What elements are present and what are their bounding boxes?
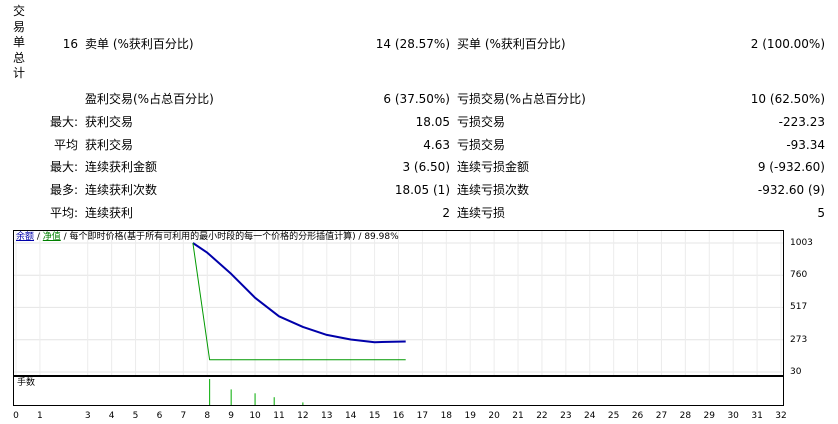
x-tick-label: 4 (108, 411, 115, 421)
total-trades-label-char: 总 (12, 50, 25, 65)
stats-row-right-value: -932.60 (9) (757, 183, 825, 197)
stats-row-right-label: 连续亏损金额 (457, 160, 530, 174)
x-tick-label: 10 (249, 411, 261, 421)
equity-chart: 余额 / 净值 / 每个即时价格(基于所有可利用的最小时段的每一个价格的分形插值… (13, 230, 784, 376)
loss-trades-label: 亏损交易(%占总百分比) (457, 92, 586, 106)
stats-row-prefix: 最多: (49, 183, 78, 197)
y-tick-label: 273 (790, 334, 808, 345)
x-tick-label: 11 (273, 411, 285, 421)
chart-header: 余额 / 净值 / 每个即时价格(基于所有可利用的最小时段的每一个价格的分形插值… (16, 232, 399, 243)
x-tick-label: 30 (727, 411, 739, 421)
stats-row-left-value: 4.63 (423, 138, 450, 152)
short-trades-label: 卖单 (%获利百分比) (85, 37, 194, 51)
stats-row-left-label: 连续获利次数 (85, 183, 158, 197)
stats-row-right-value: 5 (817, 206, 825, 220)
y-tick-label: 517 (790, 302, 808, 313)
stats-row-right-label: 亏损交易 (457, 115, 506, 129)
x-tick-label: 22 (536, 411, 548, 421)
stats-row-prefix: 最大: (49, 160, 78, 174)
stats-row-right-label: 连续亏损 (457, 206, 506, 220)
stats-row-left-value: 18.05 (415, 115, 450, 129)
legend-balance-link[interactable]: 余额 (16, 232, 34, 242)
stats-row-left-value: 2 (442, 206, 450, 220)
stats-row-right-label: 连续亏损次数 (457, 183, 530, 197)
x-tick-label: 21 (512, 411, 524, 421)
x-tick-label: 0 (13, 411, 19, 421)
x-tick-label: 12 (297, 411, 309, 421)
x-tick-label: 26 (631, 411, 644, 421)
profit-trades-value: 6 (37.50%) (383, 92, 450, 106)
legend-separator: / (34, 232, 43, 242)
x-tick-label: 29 (703, 411, 715, 421)
volume-chart-plot (209, 379, 304, 405)
x-tick-label: 14 (344, 411, 357, 421)
x-tick-label: 9 (228, 411, 235, 421)
stats-row-right-value: 9 (-932.60) (757, 160, 825, 174)
x-tick-label: 27 (655, 411, 668, 421)
stats-row-prefix: 平均 (53, 138, 78, 152)
stats-row-right-value: -93.34 (786, 138, 825, 152)
stats-row-prefix: 平均: (49, 206, 78, 220)
stats-row-left-label: 连续获利 (85, 206, 134, 220)
total-trades-label: 交易单总计 (12, 4, 26, 82)
volume-chart: 手数 (13, 376, 784, 406)
balance-line (192, 242, 406, 344)
x-tick-label: 17 (416, 411, 429, 421)
x-tick-label: 28 (679, 411, 692, 421)
long-trades-value: 2 (100.00%) (750, 37, 825, 51)
total-trades-label-char: 易 (12, 19, 25, 34)
stats-row-left-value: 3 (6.50) (402, 160, 450, 174)
x-tick-label: 13 (321, 411, 333, 421)
chart-description: / 每个即时价格(基于所有可利用的最小时段的每一个价格的分形插值计算) / 89… (60, 232, 399, 242)
y-tick-label: 30 (790, 367, 802, 377)
x-tick-label: 5 (132, 411, 139, 421)
x-tick-label: 32 (775, 411, 787, 421)
total-trades-value: 16 (62, 37, 78, 51)
x-tick-label: 24 (584, 411, 596, 421)
x-tick-label: 25 (607, 411, 620, 421)
stats-row-prefix: 最大: (49, 115, 78, 129)
long-trades-label: 买单 (%获利百分比) (457, 37, 566, 51)
equity-chart-plot (14, 231, 783, 375)
x-tick-label: 7 (180, 411, 187, 421)
y-tick-label: 760 (790, 270, 808, 281)
x-tick-label: 3 (84, 411, 91, 421)
stats-row-left-value: 18.05 (1) (394, 183, 450, 197)
x-tick-label: 23 (560, 411, 572, 421)
x-tick-label: 1 (37, 411, 43, 421)
x-tick-label: 19 (464, 411, 476, 421)
x-tick-label: 20 (488, 411, 500, 421)
stats-row-left-label: 获利交易 (85, 138, 134, 152)
stats-row-right-label: 亏损交易 (457, 138, 506, 152)
x-tick-label: 16 (392, 411, 405, 421)
profit-trades-label: 盈利交易(%占总百分比) (85, 92, 214, 106)
total-trades-label-char: 单 (12, 35, 25, 49)
x-tick-label: 6 (156, 411, 163, 421)
x-tick-label: 8 (204, 411, 211, 421)
x-tick-label: 15 (368, 411, 381, 421)
volume-label: 手数 (17, 378, 36, 388)
total-trades-label-char: 交 (12, 4, 25, 18)
x-tick-label: 31 (751, 411, 763, 421)
loss-trades-value: 10 (62.50%) (750, 92, 825, 106)
short-trades-value: 14 (28.57%) (375, 37, 450, 51)
y-tick-label: 1003 (790, 238, 813, 248)
stats-row-right-value: -223.23 (778, 115, 825, 129)
stats-row-left-label: 连续获利金额 (85, 160, 158, 174)
legend-equity-link[interactable]: 净值 (43, 232, 61, 242)
x-tick-label: 18 (440, 411, 453, 421)
stats-row-left-label: 获利交易 (85, 115, 134, 129)
total-trades-label-char: 计 (12, 66, 25, 80)
